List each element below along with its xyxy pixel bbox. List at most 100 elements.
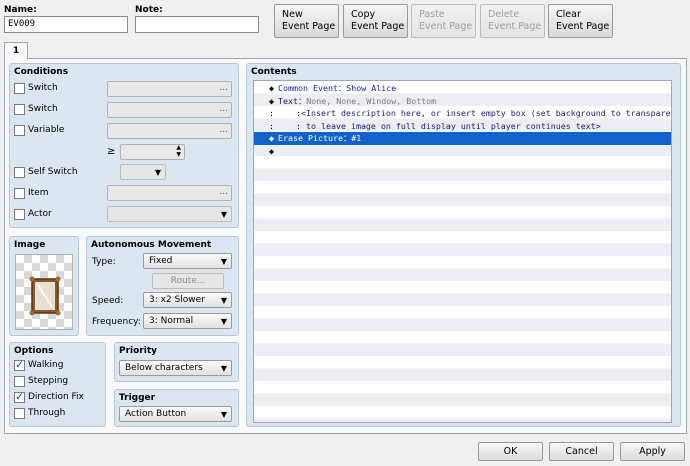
actor-label: Actor	[28, 209, 52, 219]
ellipsis-icon: ...	[219, 83, 228, 93]
delete-event-page-line1: Delete	[488, 9, 520, 20]
list-item[interactable]: : :<Insert description here, or insert e…	[254, 107, 671, 120]
self-switch-label: Self Switch	[28, 167, 78, 177]
route-button[interactable]: Route...	[152, 273, 224, 289]
command-args: <Insert description here, or insert empt…	[301, 108, 671, 118]
cancel-button[interactable]: Cancel	[549, 442, 614, 461]
list-item[interactable]: : : to leave image on full display until…	[254, 120, 671, 133]
through-label: Through	[28, 408, 66, 418]
priority-combo[interactable]: Below characters ▼	[119, 360, 232, 376]
self-switch-combo[interactable]: ▼	[120, 164, 166, 180]
chevron-down-icon: ▼	[220, 410, 227, 419]
command-args: #1	[351, 133, 362, 143]
type-label: Type:	[92, 257, 116, 267]
delete-event-page-button[interactable]: Delete Event Page	[480, 4, 545, 38]
clear-event-page-line1: Clear	[556, 9, 581, 20]
ellipsis-icon: ...	[219, 187, 228, 197]
list-marker: :	[269, 108, 274, 118]
stepping-label: Stepping	[28, 376, 69, 386]
switch1-label: Switch	[28, 83, 58, 93]
item-checkbox[interactable]	[14, 188, 25, 199]
name-field[interactable]: EV009	[4, 16, 128, 33]
copy-event-page-button[interactable]: Copy Event Page	[343, 4, 408, 38]
walking-checkbox[interactable]	[14, 358, 25, 371]
command-sep: ：	[342, 133, 352, 143]
list-marker: :	[269, 120, 274, 131]
switch2-checkbox[interactable]	[14, 104, 25, 115]
name-label: Name:	[4, 5, 37, 15]
paste-event-page-line2: Event Page	[419, 21, 473, 32]
chevron-down-icon: ▼	[220, 257, 227, 266]
command-args: Show Alice	[346, 83, 397, 93]
new-event-page-button[interactable]: New Event Page	[274, 4, 339, 38]
frequency-value: 3: Normal	[149, 316, 194, 326]
mirror-sprite-icon	[29, 276, 61, 316]
movement-title: Autonomous Movement	[91, 240, 212, 250]
switch1-selector[interactable]: ...	[107, 81, 232, 97]
actor-combo[interactable]: ▼	[107, 206, 232, 222]
chevron-down-icon: ▼	[220, 364, 227, 373]
list-marker: ◆	[269, 145, 274, 156]
stepping-checkbox[interactable]	[14, 376, 25, 387]
options-title: Options	[14, 346, 54, 356]
list-item-selected[interactable]: ◆ Erase Picture：#1	[254, 132, 671, 145]
item-label: Item	[28, 188, 49, 198]
priority-title: Priority	[119, 346, 157, 356]
new-event-page-line1: New	[282, 9, 303, 20]
speed-value: 3: x2 Slower	[149, 295, 205, 305]
copy-event-page-line2: Event Page	[351, 21, 405, 32]
list-item[interactable]: ◆ Common Event：Show Alice	[254, 82, 671, 95]
switch1-checkbox[interactable]	[14, 83, 25, 94]
type-value: Fixed	[149, 256, 173, 266]
trigger-combo[interactable]: Action Button ▼	[119, 406, 232, 422]
variable-label: Variable	[28, 125, 65, 135]
trigger-value: Action Button	[125, 409, 187, 419]
actor-checkbox[interactable]	[14, 209, 25, 220]
note-field[interactable]	[135, 16, 259, 33]
direction-fix-label: Direction Fix	[28, 392, 84, 402]
command-args: to leave image on full display until pla…	[301, 120, 601, 131]
new-event-page-line2: Event Page	[282, 21, 336, 32]
spinner-arrows-icon: ▲ ▼	[176, 144, 181, 158]
variable-checkbox[interactable]	[14, 125, 25, 136]
priority-value: Below characters	[125, 363, 203, 373]
frequency-combo[interactable]: 3: Normal ▼	[143, 313, 232, 329]
speed-combo[interactable]: 3: x2 Slower ▼	[143, 292, 232, 308]
paste-event-page-line1: Paste	[419, 9, 445, 20]
type-combo[interactable]: Fixed ▼	[143, 253, 232, 269]
switch2-label: Switch	[28, 104, 58, 114]
contents-title: Contents	[251, 67, 297, 77]
chevron-down-icon: ▼	[220, 296, 227, 305]
chevron-down-icon: ▼	[154, 168, 161, 177]
chevron-down-icon: ▼	[220, 210, 227, 219]
ellipsis-icon: ...	[219, 104, 228, 114]
chevron-down-icon: ▼	[220, 317, 227, 326]
delete-event-page-line2: Event Page	[488, 21, 542, 32]
through-checkbox[interactable]	[14, 408, 25, 419]
frequency-label: Frequency:	[92, 317, 141, 327]
switch2-selector[interactable]: ...	[107, 102, 232, 118]
paste-event-page-button[interactable]: Paste Event Page	[411, 4, 476, 38]
variable-selector[interactable]: ...	[107, 123, 232, 139]
conditions-title: Conditions	[14, 67, 69, 77]
list-marker: ◆	[269, 95, 274, 106]
list-item[interactable]: ◆	[254, 145, 671, 158]
apply-button[interactable]: Apply	[620, 442, 685, 461]
image-title: Image	[14, 240, 46, 250]
speed-label: Speed:	[92, 296, 124, 306]
self-switch-checkbox[interactable]	[14, 167, 25, 178]
walking-label: Walking	[28, 360, 64, 370]
event-image-preview[interactable]	[15, 254, 73, 330]
contents-list[interactable]: ◆ Common Event：Show Alice ◆ Text：None, N…	[253, 80, 672, 423]
ok-button[interactable]: OK	[478, 442, 543, 461]
clear-event-page-button[interactable]: Clear Event Page	[548, 4, 613, 38]
note-label: Note:	[135, 5, 163, 15]
item-selector[interactable]: ...	[107, 185, 232, 201]
clear-event-page-line2: Event Page	[556, 21, 610, 32]
list-item[interactable]: ◆ Text：None, None, Window, Bottom	[254, 95, 671, 108]
tab-page-1[interactable]: 1	[4, 42, 28, 59]
command-args: None, None, Window, Bottom	[306, 95, 437, 106]
direction-fix-checkbox[interactable]	[14, 390, 25, 403]
variable-value-spinner[interactable]: ▲ ▼	[120, 144, 185, 160]
list-marker: ◆	[269, 83, 274, 93]
